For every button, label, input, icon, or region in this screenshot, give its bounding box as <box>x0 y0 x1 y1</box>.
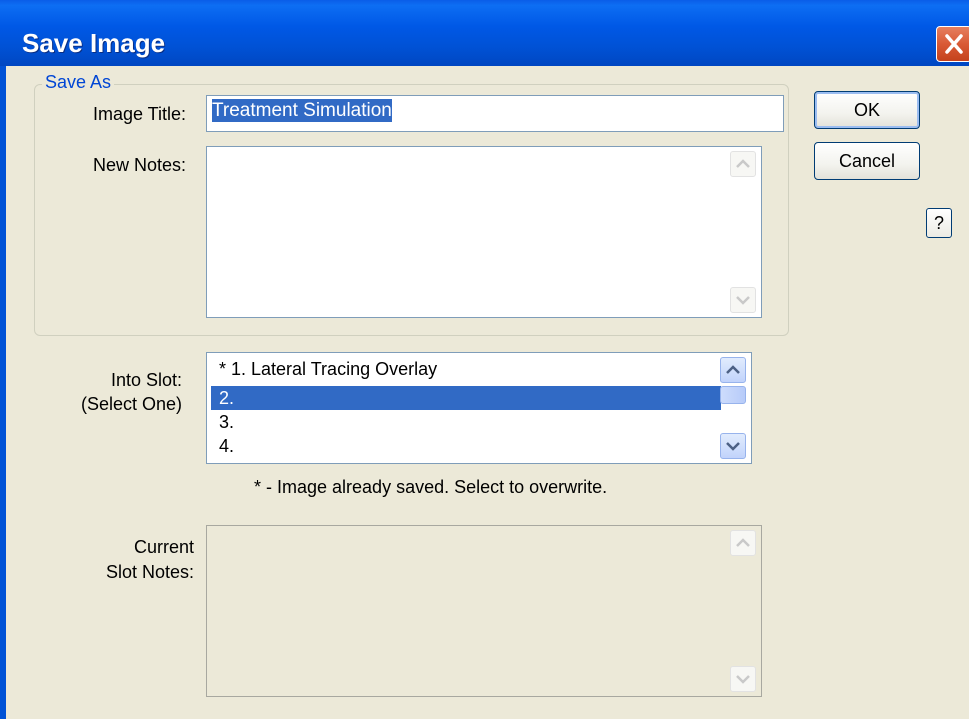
current-slot-notes-textarea <box>206 525 762 697</box>
title-bar[interactable]: Save Image <box>0 0 969 66</box>
select-one-label: (Select One) <box>80 394 182 414</box>
new-notes-scroll-down-button[interactable] <box>730 287 756 313</box>
current-notes-scroll-up-button <box>730 530 756 556</box>
image-title-input[interactable]: Treatment Simulation <box>206 95 784 132</box>
slot-item-1[interactable]: * 1. Lateral Tracing Overlay <box>211 357 721 381</box>
new-notes-scrollbar[interactable] <box>726 148 760 316</box>
slot-scroll-up-button[interactable] <box>720 357 746 383</box>
slot-scroll-down-button[interactable] <box>720 433 746 459</box>
new-notes-label: New Notes: <box>92 155 186 175</box>
slot-scroll-thumb[interactable] <box>720 386 746 404</box>
close-icon <box>945 34 963 54</box>
dialog-title: Save Image <box>22 28 166 58</box>
help-button[interactable]: ? <box>926 208 952 238</box>
chevron-up-icon <box>736 159 750 168</box>
slot-item-4[interactable]: 4. <box>211 434 721 458</box>
image-title-label: Image Title: <box>92 104 186 124</box>
current-label: Current <box>133 537 194 557</box>
save-as-legend: Save As <box>42 72 115 93</box>
image-title-value: Treatment Simulation <box>212 99 392 122</box>
cancel-button[interactable]: Cancel <box>814 142 920 180</box>
window-frame-left <box>0 66 6 719</box>
chevron-down-icon <box>736 296 750 305</box>
close-button[interactable] <box>936 26 969 62</box>
chevron-up-icon <box>736 538 750 547</box>
current-notes-scrollbar <box>726 527 760 695</box>
slot-notes-label: Slot Notes: <box>105 562 194 582</box>
chevron-down-icon <box>726 442 740 451</box>
slot-scrollbar[interactable] <box>716 354 750 462</box>
chevron-down-icon <box>736 675 750 684</box>
into-slot-label: Into Slot: <box>110 370 182 390</box>
new-notes-textarea[interactable] <box>206 146 762 318</box>
ok-button[interactable]: OK <box>814 91 920 129</box>
slot-item-3[interactable]: 3. <box>211 410 721 434</box>
current-notes-scroll-down-button <box>730 666 756 692</box>
new-notes-scroll-up-button[interactable] <box>730 151 756 177</box>
slot-listbox[interactable]: * 1. Lateral Tracing Overlay 2. 3. 4. <box>206 352 752 464</box>
slot-item-2[interactable]: 2. <box>211 386 721 410</box>
chevron-up-icon <box>726 365 740 374</box>
overwrite-footnote: * - Image already saved. Select to overw… <box>254 477 608 497</box>
